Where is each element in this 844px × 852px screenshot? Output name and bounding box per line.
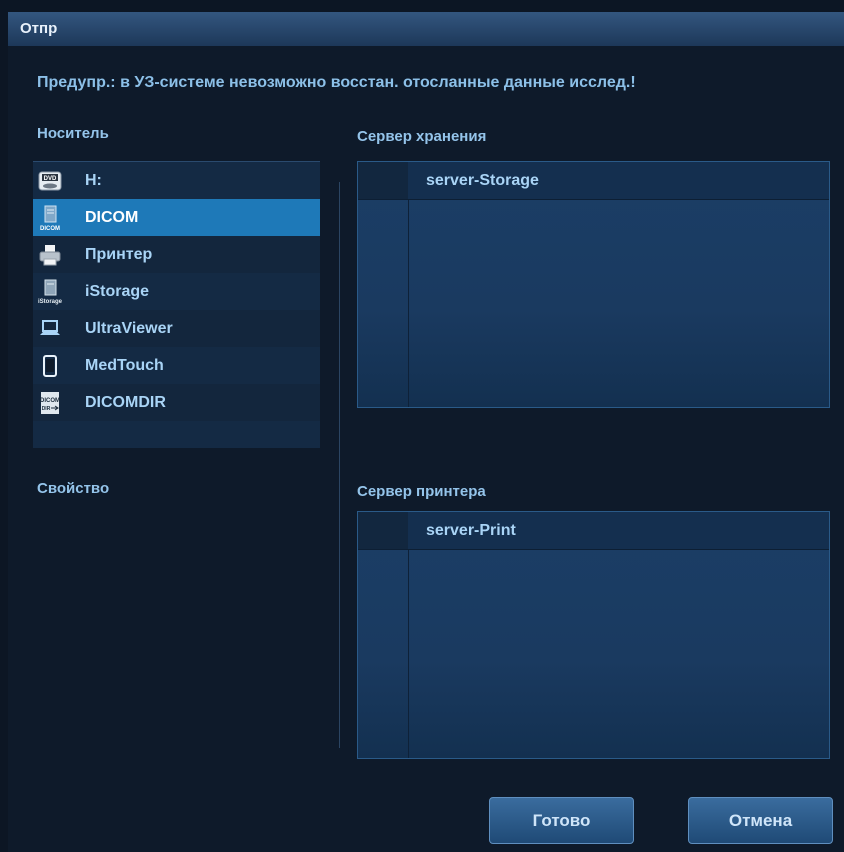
media-item-h-drive[interactable]: DVD H: (33, 162, 320, 199)
storage-server-table[interactable]: server-Storage (357, 161, 830, 408)
media-label: Носитель (37, 125, 109, 142)
printer-icon (37, 242, 63, 268)
media-item-istorage[interactable]: iStorage iStorage (33, 273, 320, 310)
printer-server-name: server-Print (426, 522, 516, 539)
media-item-label: MedTouch (85, 356, 164, 374)
media-item-dicom[interactable]: DICOM DICOM (33, 199, 320, 236)
media-item-ultraviewer[interactable]: UltraViewer (33, 310, 320, 347)
printer-server-label: Сервер принтера (357, 483, 486, 500)
dvd-drive-icon: DVD (37, 168, 63, 194)
row-gutter (358, 512, 408, 549)
dicom-icon: DICOM (37, 205, 63, 231)
svg-text:DIR: DIR (42, 406, 51, 412)
storage-server-label: Сервер хранения (357, 128, 487, 145)
printer-server-table[interactable]: server-Print (357, 511, 830, 759)
media-item-label: Принтер (85, 245, 153, 263)
storage-server-name: server-Storage (426, 172, 539, 189)
done-button[interactable]: Готово (489, 797, 634, 844)
media-item-label: DICOM (85, 208, 139, 226)
media-item-label: iStorage (85, 282, 150, 300)
row-gutter (358, 162, 408, 199)
cancel-button[interactable]: Отмена (688, 797, 833, 844)
media-item-label: H: (85, 171, 102, 189)
laptop-icon (37, 316, 63, 342)
media-item-medtouch[interactable]: MedTouch (33, 347, 320, 384)
svg-text:DICOM: DICOM (40, 398, 60, 404)
svg-text:DVD: DVD (44, 176, 57, 182)
svg-text:iStorage: iStorage (38, 299, 63, 305)
panel-divider (339, 182, 340, 748)
svg-text:DICOM: DICOM (40, 226, 60, 231)
property-label: Свойство (37, 480, 110, 497)
media-item-printer[interactable]: Принтер (33, 236, 320, 273)
dialog-title-bar: Отпр (8, 12, 844, 46)
printer-server-row[interactable]: server-Print (358, 512, 829, 550)
tablet-icon (37, 353, 63, 379)
media-list: DVD H: DICOM DICOM Принтер iStorage iSto… (33, 161, 320, 448)
media-item-label: DICOMDIR (85, 393, 166, 411)
istorage-icon: iStorage (37, 279, 63, 305)
dialog-title: Отпр (20, 20, 58, 37)
media-item-dicomdir[interactable]: DICOM DIR DICOMDIR (33, 384, 320, 421)
media-item-label: UltraViewer (85, 319, 173, 337)
warning-message: Предупр.: в УЗ-системе невозможно восста… (37, 74, 636, 91)
storage-server-row[interactable]: server-Storage (358, 162, 829, 200)
dicomdir-icon: DICOM DIR (37, 390, 63, 416)
